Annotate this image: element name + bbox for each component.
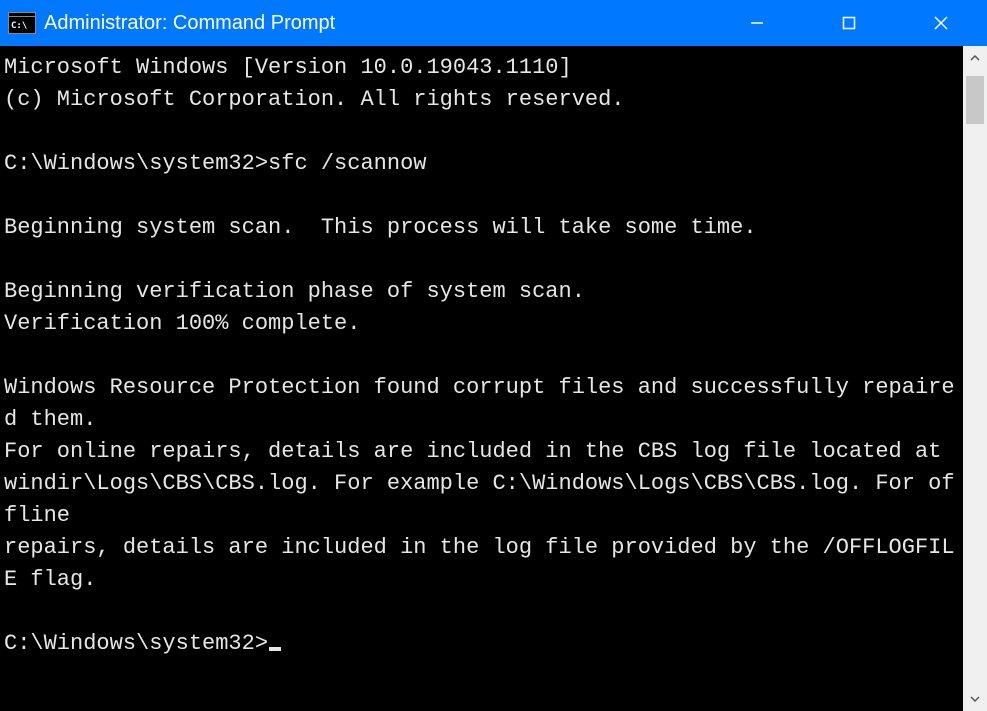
terminal-line: Beginning verification phase of system s…	[4, 276, 961, 308]
titlebar[interactable]: C:\ Administrator: Command Prompt	[0, 0, 987, 46]
terminal-prompt[interactable]: C:\Windows\system32>	[4, 628, 961, 660]
scroll-up-button[interactable]	[963, 46, 987, 70]
terminal-line: Microsoft Windows [Version 10.0.19043.11…	[4, 52, 961, 84]
terminal-line: C:\Windows\system32>sfc /scannow	[4, 148, 961, 180]
terminal-line: Verification 100% complete.	[4, 308, 961, 340]
terminal-line	[4, 180, 961, 212]
terminal-line: For online repairs, details are included…	[4, 436, 961, 468]
scroll-down-button[interactable]	[963, 687, 987, 711]
terminal-line	[4, 244, 961, 276]
maximize-button[interactable]	[803, 0, 895, 46]
svg-text:C:\: C:\	[11, 21, 27, 31]
command-prompt-window: C:\ Administrator: Command Prompt Micros…	[0, 0, 987, 711]
terminal-line	[4, 340, 961, 372]
close-button[interactable]	[895, 0, 987, 46]
terminal-line: (c) Microsoft Corporation. All rights re…	[4, 84, 961, 116]
client-area: Microsoft Windows [Version 10.0.19043.11…	[0, 46, 987, 711]
scroll-thumb[interactable]	[966, 76, 984, 124]
terminal-line	[4, 596, 961, 628]
vertical-scrollbar[interactable]	[963, 46, 987, 711]
terminal-line	[4, 116, 961, 148]
window-title: Administrator: Command Prompt	[44, 12, 335, 35]
terminal-line: windir\Logs\CBS\CBS.log. For example C:\…	[4, 468, 961, 532]
terminal-line: repairs, details are included in the log…	[4, 532, 961, 596]
cursor	[269, 647, 281, 651]
cmd-icon: C:\	[8, 12, 36, 34]
terminal-line: Windows Resource Protection found corrup…	[4, 372, 961, 436]
terminal-line: Beginning system scan. This process will…	[4, 212, 961, 244]
minimize-button[interactable]	[711, 0, 803, 46]
scroll-track[interactable]	[963, 70, 987, 687]
terminal-output[interactable]: Microsoft Windows [Version 10.0.19043.11…	[0, 46, 963, 711]
